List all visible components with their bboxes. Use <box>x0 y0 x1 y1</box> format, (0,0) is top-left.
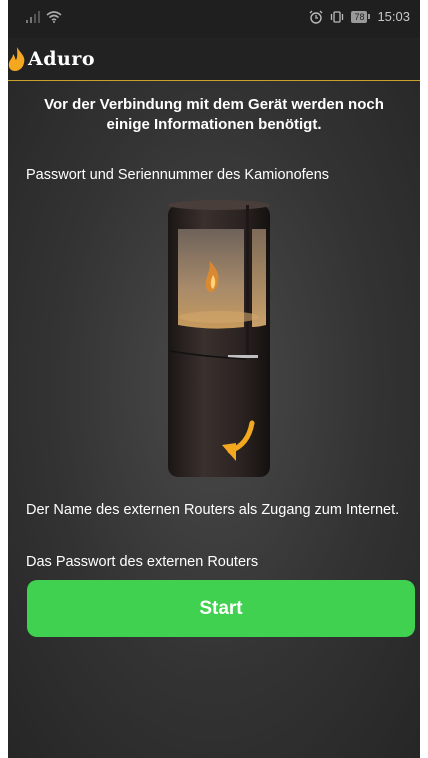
phone-screen: 78 15:03 Aduro Vor der Verbindung mit de… <box>8 0 420 758</box>
alarm-icon <box>309 10 323 24</box>
info-router-name: Der Name des externen Routers als Zugang… <box>26 502 400 518</box>
battery-tip <box>368 14 371 19</box>
vibrate-icon <box>331 10 344 23</box>
wifi-icon <box>46 11 62 23</box>
battery-indicator: 78 <box>351 10 371 23</box>
start-button[interactable]: Start <box>27 580 415 637</box>
clock: 15:03 <box>377 9 410 24</box>
status-bar: 78 15:03 <box>8 0 420 38</box>
info-router-password: Das Passwort des externen Routers <box>26 554 259 570</box>
brand-name: Aduro <box>28 48 96 70</box>
page-heading: Vor der Verbindung mit dem Gerät werden … <box>44 96 384 133</box>
status-right: 78 15:03 <box>309 9 410 24</box>
battery-level: 78 <box>351 10 368 23</box>
main-content: Vor der Verbindung mit dem Gerät werden … <box>8 81 420 758</box>
signal-icon <box>26 10 40 23</box>
app-bar: Aduro <box>8 38 420 81</box>
info-stove-credentials: Passwort und Seriennummer des Kamionofen… <box>26 167 330 183</box>
stove-illustration <box>168 200 270 477</box>
status-left <box>26 10 62 23</box>
flame-logo-icon <box>8 47 25 71</box>
brand-logo: Aduro <box>8 46 95 72</box>
